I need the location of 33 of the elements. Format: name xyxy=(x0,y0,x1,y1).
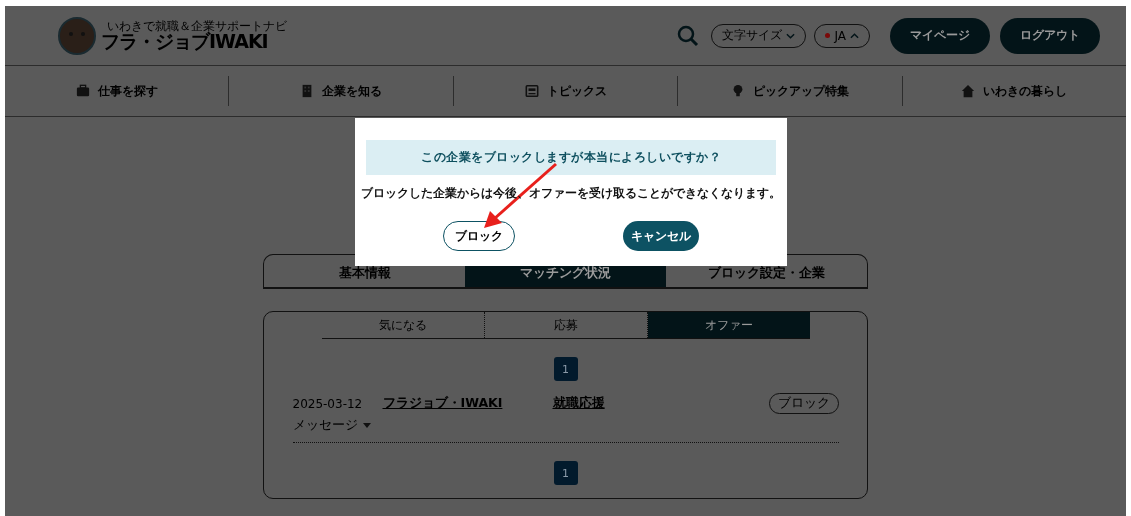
nav-link[interactable]: トピックス xyxy=(453,76,679,106)
newspaper-icon xyxy=(524,84,539,98)
mypage-button[interactable]: マイページ xyxy=(890,17,990,54)
nav-link[interactable]: いわきの暮らし xyxy=(902,76,1126,106)
logo-tagline: いわきで就職＆企業サポートナビ xyxy=(107,20,287,32)
logo-title[interactable]: フラ・ジョブIWAKI xyxy=(101,32,287,51)
mascot-logo-icon xyxy=(55,15,99,56)
message-toggle[interactable]: メッセージ xyxy=(292,417,371,434)
chevron-up-icon xyxy=(850,32,859,39)
nav-link[interactable]: 仕事を探す xyxy=(5,76,230,106)
dialog-message: ブロックした企業からは今後、オファーを受け取ることができなくなります。 xyxy=(361,186,781,201)
house-icon xyxy=(961,84,976,98)
sub-tab[interactable]: 応募 xyxy=(484,312,648,338)
date-text: 2025-03-12 xyxy=(292,396,364,411)
page-button[interactable]: 1 xyxy=(553,357,578,381)
caret-down-icon xyxy=(362,423,371,428)
chevron-down-icon xyxy=(786,32,796,39)
dialog-title: この企業をブロックしますが本当によろしいですか？ xyxy=(366,140,776,175)
tab[interactable]: 基本情報 xyxy=(264,255,465,287)
nav-link[interactable]: 企業を知る xyxy=(229,76,454,106)
briefcase-icon xyxy=(75,84,90,98)
block-button[interactable]: ブロック xyxy=(443,221,515,251)
page-button[interactable]: 1 xyxy=(553,461,578,485)
company-link[interactable]: フラジョブ・IWAKI xyxy=(382,395,553,412)
tab[interactable]: ブロック設定・企業 xyxy=(666,255,867,287)
offer-type-link[interactable]: 就職応援 xyxy=(552,395,605,412)
sub-tab[interactable]: オファー xyxy=(647,312,810,338)
sub-tab[interactable]: 気になる xyxy=(321,312,485,338)
nav-link[interactable]: ピックアップ特集 xyxy=(678,76,903,106)
dot-icon xyxy=(825,33,831,38)
logout-button[interactable]: ログアウト xyxy=(1000,17,1100,54)
cancel-button[interactable]: キャンセル xyxy=(623,221,699,251)
search-icon[interactable] xyxy=(677,24,700,47)
